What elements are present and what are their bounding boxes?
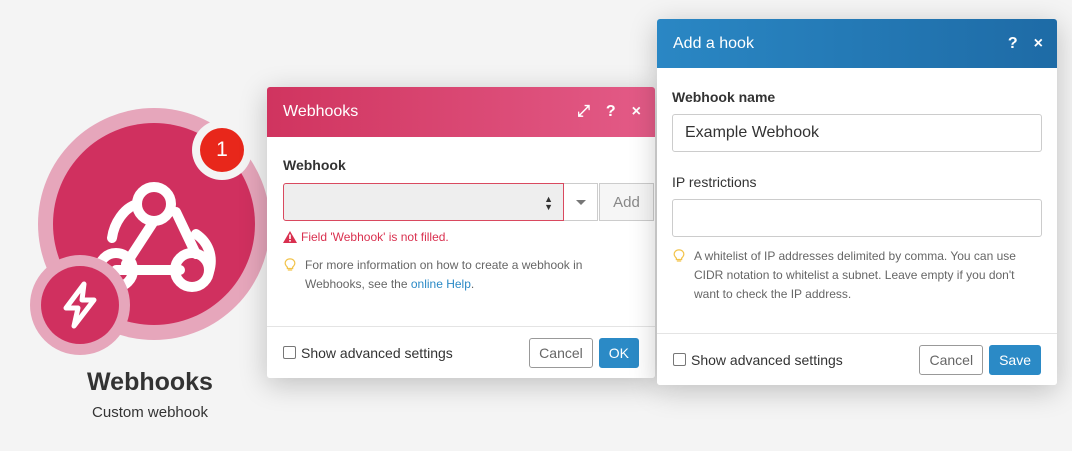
webhooks-dialog: Webhooks ⤢ ? × Webhook ▲ ▼ Add Field 'Web… [267, 87, 655, 378]
ip-restrictions-label: IP restrictions [672, 174, 757, 190]
webhook-dropdown-toggle[interactable] [564, 183, 598, 221]
webhooks-dialog-header: Webhooks ⤢ ? × [267, 87, 655, 137]
lightbulb-icon [673, 249, 685, 262]
online-help-link[interactable]: online Help [411, 277, 471, 291]
caret-down-icon [575, 199, 586, 205]
add-hook-dialog-title: Add a hook [673, 34, 754, 52]
show-advanced-settings[interactable]: Show advanced settings [283, 345, 529, 361]
notification-count: 1 [200, 128, 244, 172]
module-title: Webhooks [87, 368, 213, 396]
lightning-icon [63, 281, 97, 329]
show-advanced-settings[interactable]: Show advanced settings [673, 352, 919, 368]
module-subtitle: Custom webhook [92, 404, 208, 421]
save-button[interactable]: Save [989, 344, 1041, 375]
cancel-button[interactable]: Cancel [919, 344, 984, 375]
webhooks-dialog-title: Webhooks [283, 103, 359, 120]
add-hook-dialog-header: Add a hook ? × [657, 19, 1057, 68]
webhooks-module[interactable]: 1 Webhooks Custom webhook [0, 0, 300, 451]
advanced-settings-label: Show advanced settings [691, 351, 843, 368]
webhook-hint-end: . [470, 277, 475, 291]
webhook-field-label: Webhook [283, 157, 346, 173]
close-icon[interactable]: × [632, 104, 641, 120]
advanced-settings-checkbox[interactable] [673, 353, 686, 366]
webhook-name-label: Webhook name [672, 89, 776, 105]
webhooks-dialog-footer: Show advanced settings Cancel OK [267, 326, 655, 378]
expand-icon[interactable]: ⤢ [577, 104, 590, 120]
ok-button[interactable]: OK [598, 337, 639, 368]
webhook-name-value: Example Webhook [685, 124, 819, 141]
webhook-hint: For more information on how to create a … [283, 256, 623, 294]
help-icon[interactable]: ? [1008, 35, 1018, 52]
select-arrows-icon: ▲ ▼ [544, 194, 553, 212]
lightbulb-icon [284, 258, 296, 271]
advanced-settings-label: Show advanced settings [301, 344, 453, 361]
add-hook-dialog-footer: Show advanced settings Cancel Save [657, 333, 1057, 385]
ip-restrictions-hint: A whitelist of IP addresses delimited by… [672, 247, 1042, 304]
ip-restrictions-hint-text: A whitelist of IP addresses delimited by… [694, 249, 1016, 301]
webhook-error-text: Field 'Webhook' is not filled. [301, 230, 449, 244]
ip-restrictions-input[interactable] [672, 199, 1042, 237]
webhook-name-input[interactable]: Example Webhook [672, 114, 1042, 152]
notification-badge: 1 [192, 120, 252, 180]
help-icon[interactable]: ? [606, 104, 616, 120]
add-webhook-button[interactable]: Add [599, 183, 654, 221]
cancel-button[interactable]: Cancel [529, 337, 593, 368]
instant-trigger-badge [30, 255, 130, 355]
advanced-settings-checkbox[interactable] [283, 346, 296, 359]
warning-icon [283, 231, 297, 243]
webhook-select[interactable]: ▲ ▼ [283, 183, 564, 221]
close-icon[interactable]: × [1034, 35, 1043, 52]
webhook-error: Field 'Webhook' is not filled. [283, 230, 655, 244]
add-hook-dialog: Add a hook ? × Webhook name Example Webh… [657, 19, 1057, 385]
